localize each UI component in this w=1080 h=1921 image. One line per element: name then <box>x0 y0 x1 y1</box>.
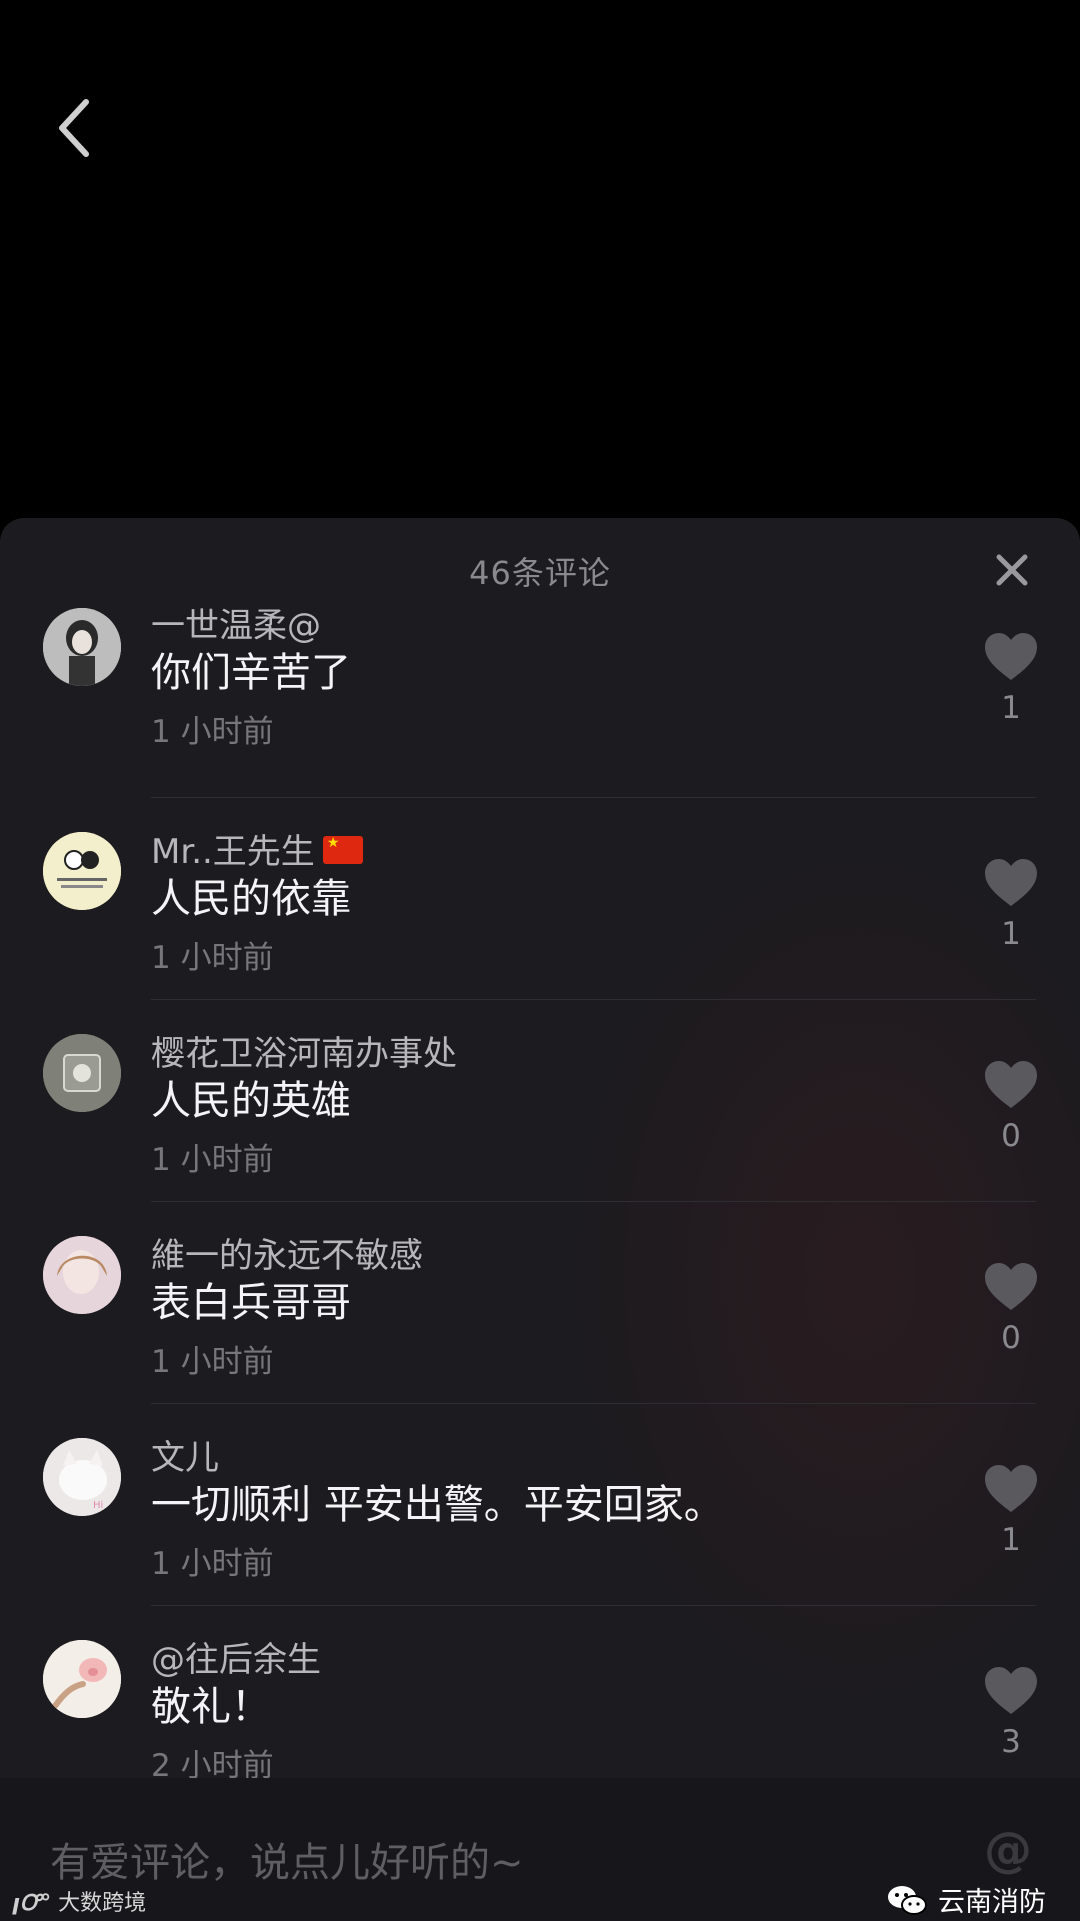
like-button[interactable] <box>983 1464 1039 1514</box>
back-button[interactable] <box>52 96 96 160</box>
heart-icon <box>985 1263 1037 1310</box>
comment-time: 1 小时前 <box>151 1344 274 1380</box>
heart-icon <box>985 1061 1037 1108</box>
comment-time: 1 小时前 <box>151 940 274 976</box>
like-button[interactable] <box>983 1060 1039 1110</box>
comment-text: 你们辛苦了 <box>151 650 351 696</box>
wechat-watermark: 云南消防 <box>886 1880 1046 1919</box>
like-button[interactable] <box>983 858 1039 908</box>
like-count: 0 <box>1001 1118 1021 1154</box>
comment-item: Hi 文儿 一切顺利 平安出警。平安回家。 1 小时前 1 <box>0 1404 1080 1606</box>
comments-sheet: 46条评论 一世温柔@ 你们辛苦了 1 小时前 1 Mr..王先生 ★ 人民的依… <box>0 518 1080 1921</box>
brand-logo-icon: ꞁꝌ° <box>12 1891 52 1916</box>
comment-item: 一世温柔@ 你们辛苦了 1 小时前 1 <box>0 606 1080 798</box>
close-icon <box>996 554 1028 586</box>
like-count: 1 <box>1001 1522 1021 1558</box>
comment-text: 人民的英雄 <box>151 1078 351 1124</box>
heart-icon <box>985 1465 1037 1512</box>
comment-count-title: 46条评论 <box>469 554 611 592</box>
comment-text: 一切顺利 平安出警。平安回家。 <box>151 1482 724 1528</box>
comment-text: 人民的依靠 <box>151 876 351 922</box>
comment-time: 1 小时前 <box>151 1546 274 1582</box>
comment-item: 維一的永远不敏感 表白兵哥哥 1 小时前 0 <box>0 1202 1080 1404</box>
heart-icon <box>985 1667 1037 1714</box>
avatar[interactable] <box>43 1034 121 1112</box>
like-count: 0 <box>1001 1320 1021 1356</box>
like-button[interactable] <box>983 1666 1039 1716</box>
comment-text: 敬礼！ <box>151 1684 271 1730</box>
like-count: 1 <box>1001 690 1021 726</box>
comment-item: Mr..王先生 ★ 人民的依靠 1 小时前 1 <box>0 798 1080 1000</box>
comment-list: 一世温柔@ 你们辛苦了 1 小时前 1 Mr..王先生 ★ 人民的依靠 1 小时… <box>0 606 1080 1808</box>
chevron-left-icon <box>59 99 89 157</box>
comment-input[interactable]: 有爱评论，说点儿好听的~ <box>50 1830 524 1888</box>
heart-icon <box>985 859 1037 906</box>
avatar[interactable] <box>43 1640 121 1718</box>
comment-time: 1 小时前 <box>151 714 274 750</box>
mention-button[interactable]: @ <box>984 1822 1032 1878</box>
comment-text: 表白兵哥哥 <box>151 1280 351 1326</box>
avatar[interactable]: Hi <box>43 1438 121 1516</box>
like-button[interactable] <box>983 632 1039 682</box>
avatar[interactable] <box>43 608 121 686</box>
avatar[interactable] <box>43 832 121 910</box>
avatar[interactable] <box>43 1236 121 1314</box>
comment-time: 1 小时前 <box>151 1142 274 1178</box>
like-count: 1 <box>1001 916 1021 952</box>
heart-icon <box>985 633 1037 680</box>
wechat-icon <box>888 1885 927 1915</box>
corner-brand-text: 大数跨境 <box>58 1891 147 1916</box>
corner-watermark: ꞁꝌ° 大数跨境 <box>12 1885 146 1917</box>
china-flag-icon: ★ <box>322 835 363 864</box>
like-count: 3 <box>1001 1724 1021 1760</box>
wechat-account-name: 云南消防 <box>938 1887 1046 1918</box>
close-button[interactable] <box>994 552 1030 588</box>
like-button[interactable] <box>983 1262 1039 1312</box>
svg-text:Hi: Hi <box>93 1500 103 1511</box>
comment-item: 樱花卫浴河南办事处 人民的英雄 1 小时前 0 <box>0 1000 1080 1202</box>
